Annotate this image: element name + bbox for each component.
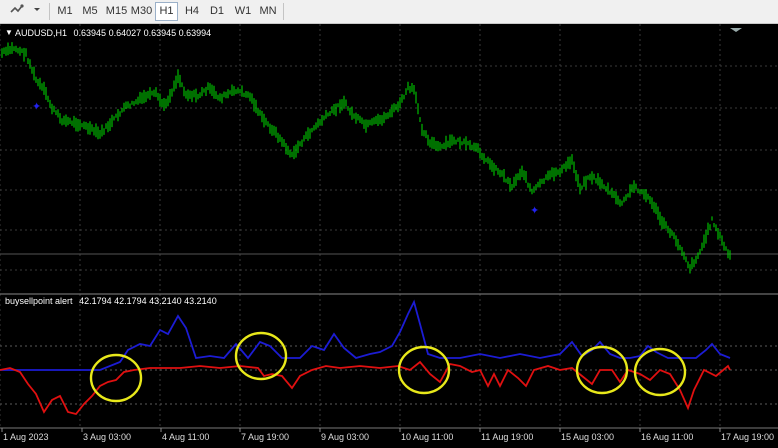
symbol-arrow-icon: ▼ bbox=[5, 28, 13, 37]
time-axis-label: 4 Aug 11:00 bbox=[162, 432, 209, 442]
time-axis-label: 1 Aug 2023 bbox=[3, 432, 49, 442]
time-axis-label: 11 Aug 19:00 bbox=[481, 432, 533, 442]
toolbar-divider bbox=[283, 3, 284, 20]
buy-signal-marker-icon: ✦ bbox=[32, 100, 41, 113]
ohlc-values: 0.63945 0.64027 0.63945 0.63994 bbox=[74, 28, 212, 38]
chart-tools-icon[interactable] bbox=[6, 2, 28, 21]
indicator-label: buysellpoint alert 42.1794 42.1794 43.21… bbox=[5, 296, 217, 306]
timeframe-h4-button[interactable]: H4 bbox=[181, 2, 203, 21]
indicator-values: 42.1794 42.1794 43.2140 43.2140 bbox=[79, 296, 217, 306]
price-chart[interactable]: ✦ ✦ 1 Aug 2023 3 Aug 03:00 4 Aug 11:00 7 Aug… bbox=[0, 24, 778, 448]
indicator-name: buysellpoint alert bbox=[5, 296, 73, 306]
symbol-label: AUDUSD,H1 0.63945 0.64027 0.63945 0.6399… bbox=[15, 28, 211, 38]
time-axis-label: 15 Aug 03:00 bbox=[561, 432, 614, 442]
time-axis-label: 10 Aug 11:00 bbox=[401, 432, 453, 442]
timeframe-m5-button[interactable]: M5 bbox=[79, 2, 101, 21]
time-axis-label: 3 Aug 03:00 bbox=[83, 432, 131, 442]
timeframe-h1-button[interactable]: H1 bbox=[155, 2, 178, 21]
time-axis-label: 17 Aug 19:00 bbox=[721, 432, 774, 442]
time-axis-label: 7 Aug 19:00 bbox=[241, 432, 289, 442]
chevron-down-icon[interactable] bbox=[30, 2, 44, 21]
timeframe-w1-button[interactable]: W1 bbox=[232, 2, 254, 21]
timeframe-m1-button[interactable]: M1 bbox=[54, 2, 76, 21]
time-axis-label: 9 Aug 03:00 bbox=[321, 432, 369, 442]
buy-signal-marker-icon: ✦ bbox=[530, 204, 539, 217]
toolbar-divider bbox=[49, 3, 50, 20]
chart-tools-glyph bbox=[10, 4, 24, 13]
chart-background bbox=[0, 24, 778, 448]
timeframe-d1-button[interactable]: D1 bbox=[206, 2, 228, 21]
time-axis-label: 16 Aug 11:00 bbox=[641, 432, 693, 442]
timeframe-mn-button[interactable]: MN bbox=[257, 2, 279, 21]
timeframe-m15-button[interactable]: M15 bbox=[104, 2, 129, 21]
timeframe-toolbar: M1 M5 M15 M30 H1 H4 D1 W1 MN bbox=[0, 0, 778, 24]
timeframe-m30-button[interactable]: M30 bbox=[129, 2, 154, 21]
symbol-name: AUDUSD,H1 bbox=[15, 28, 67, 38]
